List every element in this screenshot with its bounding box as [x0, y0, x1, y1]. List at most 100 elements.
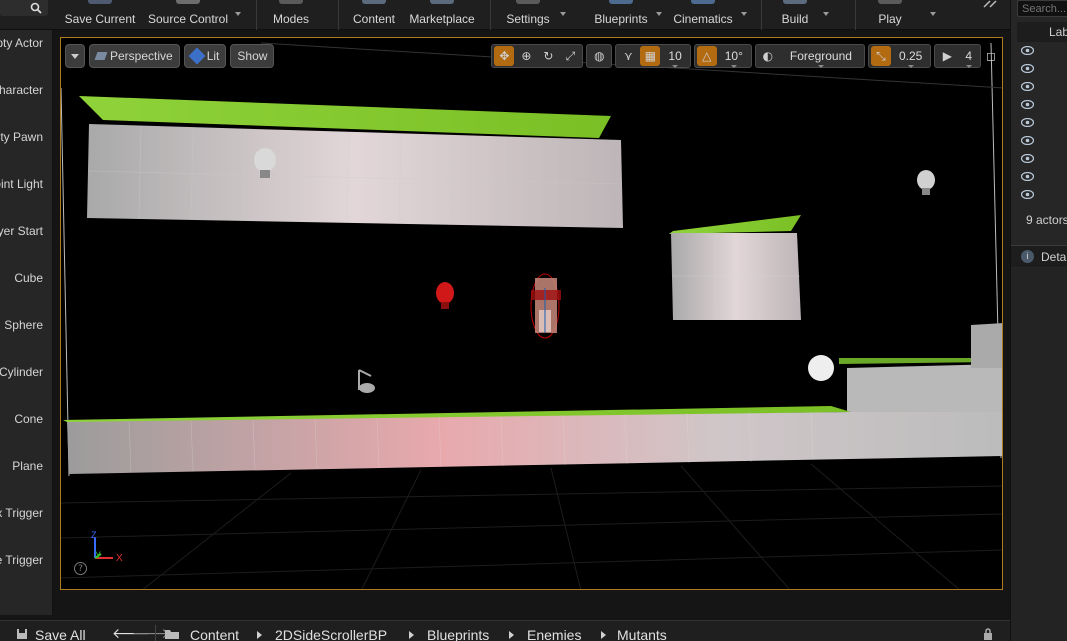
history-forward-icon[interactable]: 🡒	[132, 625, 170, 641]
build-dropdown-arrow[interactable]	[823, 12, 829, 16]
scale-snap-icon[interactable]: ⤡	[870, 46, 891, 66]
breadcrumb-chevron-icon[interactable]	[509, 631, 514, 639]
visibility-eye-icon[interactable]	[1021, 118, 1034, 127]
scale-snap-value[interactable]: 0.25	[893, 49, 928, 68]
build-button[interactable]: Build	[773, 0, 817, 30]
breadcrumb-item[interactable]: 2DSideScrollerBP	[275, 627, 387, 641]
help-icon[interactable]: ?	[74, 562, 87, 575]
outliner-row[interactable]	[1017, 150, 1067, 168]
place-item[interactable]: Plane	[0, 456, 52, 476]
place-item[interactable]: Cone	[0, 409, 52, 429]
right-step-top[interactable]	[839, 358, 989, 364]
breadcrumb-chevron-icon[interactable]	[409, 631, 414, 639]
outliner-row[interactable]	[1017, 78, 1067, 96]
bottom-separator	[155, 625, 156, 641]
visibility-eye-icon[interactable]	[1021, 100, 1034, 109]
visibility-eye-icon[interactable]	[1021, 46, 1034, 55]
save-current-button[interactable]: Save Current	[64, 0, 136, 30]
toolbar-overflow-icon[interactable]	[982, 0, 1002, 8]
show-button[interactable]: Show	[230, 44, 275, 68]
play-dropdown-arrow[interactable]	[930, 12, 936, 16]
outliner-row[interactable]	[1017, 114, 1067, 132]
outliner-row[interactable]	[1017, 132, 1067, 150]
layer-dropdown[interactable]: Foreground	[780, 49, 862, 68]
2d-layer-icon[interactable]: ◐	[758, 46, 778, 66]
place-item[interactable]: Cylinder	[0, 362, 52, 382]
grid-snap-value[interactable]: 10	[662, 49, 687, 68]
ambient-sound-icon[interactable]	[358, 369, 375, 393]
save-all-button[interactable]: Save All	[35, 627, 86, 641]
level-viewport[interactable]: Perspective Lit Show ✥ ⊕ ↻ ⤢ ◍ ⋎ ▦ 10 △ …	[60, 37, 1003, 590]
outliner-row[interactable]	[1017, 42, 1067, 60]
source-control-button[interactable]: Source Control	[145, 0, 231, 30]
visibility-eye-icon[interactable]	[1021, 172, 1034, 181]
place-item[interactable]: Point Light	[0, 174, 52, 194]
place-item[interactable]: Cube	[0, 268, 52, 288]
rotate-tool-icon[interactable]: ⊕	[516, 46, 536, 66]
visibility-eye-icon[interactable]	[1021, 82, 1034, 91]
rotation-snap-icon[interactable]: △	[696, 46, 717, 66]
outliner-row[interactable]	[1017, 60, 1067, 78]
breadcrumb-item[interactable]: Blueprints	[427, 627, 489, 641]
marketplace-button[interactable]: Marketplace	[406, 0, 478, 30]
viewport-options-button[interactable]	[65, 44, 85, 68]
point-light-selected-icon[interactable]	[436, 282, 454, 309]
right-upper-step[interactable]	[971, 323, 1003, 368]
camera-speed-icon[interactable]: ▶	[937, 46, 957, 66]
scale-tool-icon[interactable]: ↻	[538, 46, 558, 66]
breadcrumb-chevron-icon[interactable]	[257, 631, 262, 639]
breadcrumb-item[interactable]: Content	[190, 627, 239, 641]
upper-platform-block[interactable]	[87, 124, 623, 228]
blueprints-button[interactable]: Blueprints	[590, 0, 652, 30]
breadcrumb-chevron-icon[interactable]	[601, 631, 606, 639]
translate-tool-icon[interactable]: ✥	[494, 46, 515, 66]
maximize-viewport-icon[interactable]: ◻	[984, 46, 998, 66]
play-button[interactable]: Play	[866, 0, 914, 30]
content-button[interactable]: Content	[349, 0, 399, 30]
breadcrumb-item[interactable]: Mutants	[617, 627, 667, 641]
cinematics-dropdown-arrow[interactable]	[741, 12, 747, 16]
middle-block-top[interactable]	[669, 215, 801, 234]
place-item[interactable]: Empty Character	[0, 80, 52, 100]
details-tab[interactable]: i Details	[1011, 245, 1067, 267]
outliner-row[interactable]	[1017, 96, 1067, 114]
player-character-sprite[interactable]	[530, 273, 561, 339]
visibility-eye-icon[interactable]	[1021, 190, 1034, 199]
lit-button[interactable]: Lit	[183, 44, 227, 68]
breadcrumb-item[interactable]: Enemies	[527, 627, 581, 641]
scene-render[interactable]	[61, 38, 1003, 590]
place-item[interactable]: Empty Actor	[0, 33, 52, 53]
source-control-dropdown-arrow[interactable]	[235, 12, 241, 16]
toolbar-search-button[interactable]	[0, 0, 48, 16]
settings-button[interactable]: Settings	[502, 0, 554, 30]
rotation-snap-value[interactable]: 10°	[719, 49, 749, 68]
lock-icon[interactable]	[982, 628, 994, 640]
coordinate-system-toggle[interactable]: ◍	[586, 44, 613, 68]
settings-dropdown-arrow[interactable]	[560, 12, 566, 16]
place-item[interactable]: Sphere Trigger	[0, 550, 52, 570]
outliner-row[interactable]	[1017, 168, 1067, 186]
cinematics-button[interactable]: Cinematics	[670, 0, 736, 30]
middle-block[interactable]	[671, 233, 801, 320]
camera-speed-value[interactable]: 4	[959, 49, 978, 68]
grid-snap-icon[interactable]: ▦	[640, 46, 661, 66]
maximize-tool-icon[interactable]: ⤢	[560, 46, 580, 66]
outliner-search-input[interactable]	[1017, 0, 1067, 17]
visibility-eye-icon[interactable]	[1021, 64, 1034, 73]
visibility-eye-icon[interactable]	[1021, 136, 1034, 145]
outliner-column-header[interactable]: Label	[1017, 22, 1067, 42]
place-item[interactable]: Player Start	[0, 221, 52, 241]
floor-block[interactable]	[67, 412, 1003, 474]
place-item[interactable]: Sphere	[0, 315, 52, 335]
place-item[interactable]: Empty Pawn	[0, 127, 52, 147]
sphere-actor[interactable]	[808, 355, 834, 381]
surface-snap-icon[interactable]: ⋎	[618, 46, 638, 66]
point-light-icon[interactable]	[917, 170, 935, 195]
visibility-eye-icon[interactable]	[1021, 154, 1034, 163]
place-item[interactable]: Box Trigger	[0, 503, 52, 523]
blueprints-dropdown-arrow[interactable]	[656, 12, 662, 16]
toolbar-separator	[855, 0, 856, 30]
perspective-button[interactable]: Perspective	[89, 44, 180, 68]
outliner-row[interactable]	[1017, 186, 1067, 204]
modes-button[interactable]: Modes	[266, 0, 316, 30]
